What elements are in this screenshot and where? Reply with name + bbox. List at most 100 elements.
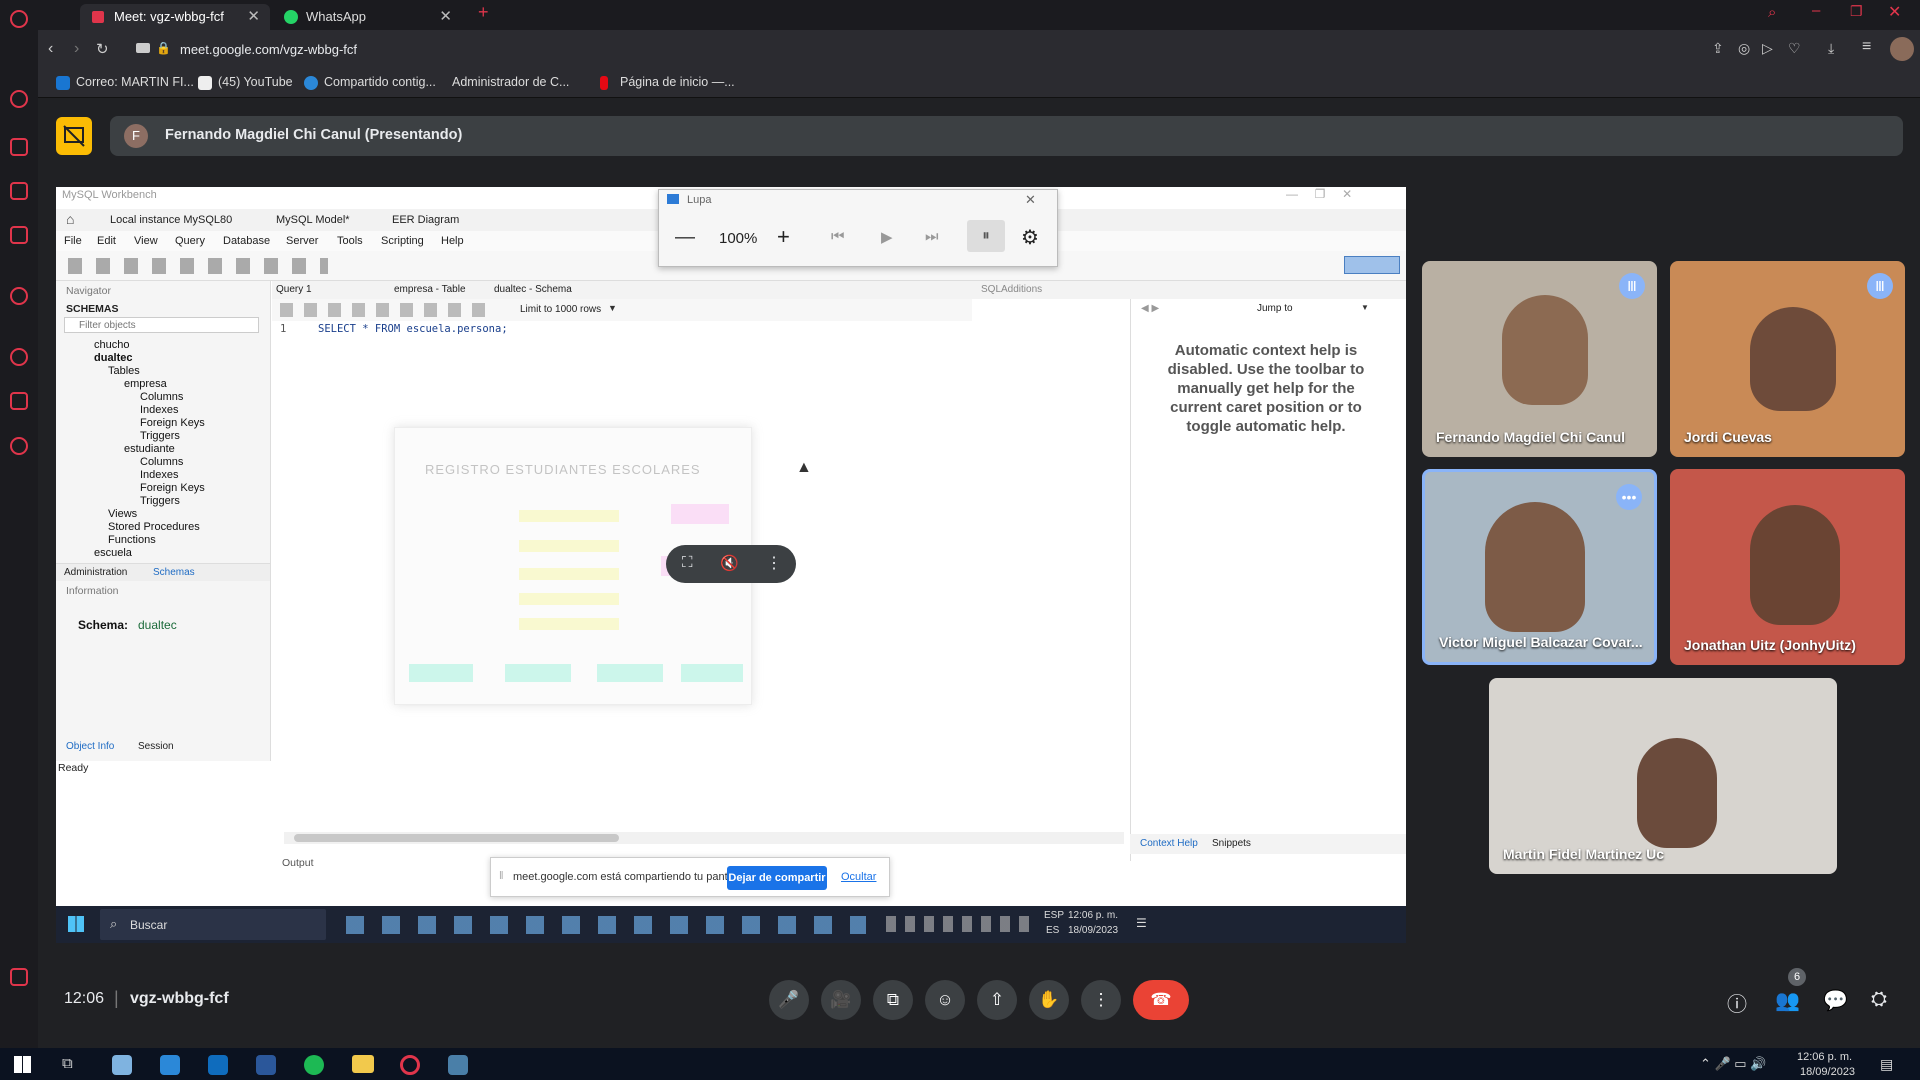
scrollbar-thumb[interactable] — [294, 834, 619, 842]
tree-columns[interactable]: Columns — [140, 391, 183, 403]
snapshot-icon[interactable]: ◎ — [1738, 40, 1750, 57]
nav-back-icon[interactable]: ◀ ▶ — [1141, 303, 1159, 314]
toolbar-icons[interactable] — [68, 258, 328, 274]
menu-view[interactable]: View — [134, 235, 158, 247]
sql-statement[interactable]: SELECT * FROM escuela.persona; — [318, 323, 508, 335]
bookmark-youtube[interactable]: (45) YouTube — [198, 75, 293, 90]
outlook-icon[interactable] — [208, 1055, 228, 1075]
task-view-icon[interactable]: ⧉ — [62, 1055, 73, 1072]
tree-escuela[interactable]: escuela — [94, 547, 132, 559]
app-icon[interactable] — [112, 1055, 132, 1075]
info-icon[interactable]: ⓘ — [1727, 988, 1747, 1017]
menu-icon[interactable]: ≡ — [1862, 38, 1871, 56]
jump-to-select[interactable]: Jump to — [1257, 303, 1293, 314]
menu-query[interactable]: Query — [175, 235, 205, 247]
maximize-button[interactable]: ❐ — [1850, 3, 1863, 20]
participant-tile[interactable]: Martin Fidel Martinez Uc — [1489, 678, 1837, 874]
reader-icon[interactable]: ⏸ — [967, 220, 1005, 252]
url-text[interactable]: meet.google.com/vgz-wbbg-fcf — [180, 42, 357, 57]
send-icon[interactable]: ▷ — [1762, 40, 1773, 57]
wb-tab-local[interactable]: Local instance MySQL80 — [110, 214, 232, 226]
tab-context-help[interactable]: Context Help — [1140, 838, 1198, 849]
limit-rows-select[interactable]: Limit to 1000 rows — [520, 304, 601, 315]
menu-tools[interactable]: Tools — [337, 235, 363, 247]
wb-tab-model[interactable]: MySQL Model* — [276, 214, 350, 226]
more-icon[interactable]: ••• — [1616, 484, 1642, 510]
tree-dualtec[interactable]: dualtec — [94, 352, 133, 364]
opera-icon[interactable] — [400, 1055, 420, 1075]
inner-tray-icons[interactable] — [886, 916, 1036, 932]
tree-stored-procedures[interactable]: Stored Procedures — [108, 521, 200, 533]
tray-icons[interactable]: ⌃ 🎤 ▭ 🔊 — [1700, 1056, 1766, 1072]
tab-meet[interactable]: Meet: vgz-wbbg-fcf ✕ — [80, 4, 270, 30]
bookmark-onedrive[interactable]: Compartido contig... — [304, 75, 436, 90]
stop-presenting-icon[interactable]: ⛶ — [682, 554, 693, 571]
word-icon[interactable] — [256, 1055, 276, 1075]
opera-logo-icon[interactable] — [10, 10, 28, 28]
participant-tile[interactable]: Jonathan Uitz (JonhyUitz) — [1670, 469, 1905, 665]
tab-object-info[interactable]: Object Info — [66, 741, 114, 752]
file-explorer-icon[interactable] — [352, 1055, 374, 1073]
tree-triggers[interactable]: Triggers — [140, 430, 180, 442]
download-icon[interactable]: ⤓ — [1828, 40, 1834, 57]
share-icon[interactable]: ⇪ — [1712, 40, 1724, 57]
menu-help[interactable]: Help — [441, 235, 464, 247]
spotify-icon[interactable] — [304, 1055, 324, 1075]
snapshot-icon[interactable] — [10, 968, 28, 986]
profile-avatar[interactable] — [1890, 37, 1914, 61]
windows-start-icon[interactable] — [68, 916, 84, 932]
close-icon[interactable]: ✕ — [247, 4, 260, 30]
stop-sharing-button[interactable]: Dejar de compartir — [727, 866, 827, 890]
notification-icon[interactable]: ▤ — [1880, 1056, 1893, 1073]
tree-chucho[interactable]: chucho — [94, 339, 129, 351]
participant-tile[interactable]: Ⅲ Jordi Cuevas — [1670, 261, 1905, 457]
horizontal-scrollbar[interactable] — [284, 832, 1124, 844]
reload-icon[interactable]: ↻ — [96, 40, 109, 58]
query-toolbar-icons[interactable] — [280, 303, 490, 317]
inner-search-box[interactable]: ⌕ Buscar — [100, 909, 326, 940]
presentation-icon[interactable] — [56, 117, 92, 155]
tree-columns[interactable]: Columns — [140, 456, 183, 468]
settings-icon[interactable] — [10, 437, 28, 455]
menu-edit[interactable]: Edit — [97, 235, 116, 247]
tab-session[interactable]: Session — [138, 741, 174, 752]
participant-tile[interactable]: Ⅲ Fernando Magdiel Chi Canul — [1422, 261, 1657, 457]
activities-icon[interactable]: ⛭ — [1871, 988, 1887, 1011]
tab-snippets[interactable]: Snippets — [1212, 838, 1251, 849]
back-icon[interactable]: ‹ — [48, 40, 53, 58]
tab-empresa-table[interactable]: empresa - Table — [394, 284, 466, 295]
mic-button[interactable]: 🎤 — [769, 980, 809, 1020]
inner-pinned-apps[interactable] — [346, 916, 866, 934]
menu-file[interactable]: File — [64, 235, 82, 247]
tab-query-1[interactable]: Query 1 — [276, 284, 312, 295]
chat-icon[interactable]: 💬 — [1823, 988, 1848, 1013]
tree-tables[interactable]: Tables — [108, 365, 140, 377]
forward-icon[interactable]: › — [74, 40, 79, 58]
notification-icon[interactable]: ☰ — [1136, 916, 1147, 930]
vscode-icon[interactable] — [160, 1055, 180, 1075]
play-icon[interactable]: ▶ — [881, 228, 893, 246]
layout-toggle-icons[interactable] — [1344, 256, 1400, 274]
instagram-icon[interactable] — [10, 226, 28, 244]
menu-database[interactable]: Database — [223, 235, 270, 247]
tab-schemas[interactable]: Schemas — [153, 567, 195, 578]
tab-dualtec-schema[interactable]: dualtec - Schema — [494, 284, 572, 295]
tree-foreign-keys[interactable]: Foreign Keys — [140, 482, 205, 494]
camera-button[interactable]: 🎥 — [821, 980, 861, 1020]
tree-empresa[interactable]: empresa — [124, 378, 167, 390]
captions-button[interactable]: ⧉ — [873, 980, 913, 1020]
menu-server[interactable]: Server — [286, 235, 318, 247]
present-button[interactable]: ⇧ — [977, 980, 1017, 1020]
tree-views[interactable]: Views — [108, 508, 137, 520]
filter-objects-input[interactable] — [64, 317, 259, 333]
mysql-workbench-icon[interactable] — [448, 1055, 468, 1075]
gear-icon[interactable]: ⚙ — [1021, 225, 1039, 250]
more-options-icon[interactable]: ⋮ — [766, 553, 782, 573]
search-tabs-icon[interactable]: ⌕ — [1768, 4, 1776, 21]
camera-icon[interactable] — [136, 43, 150, 53]
more-options-button[interactable]: ⋮ — [1081, 980, 1121, 1020]
new-tab-button[interactable]: + — [478, 2, 489, 23]
chevron-down-icon[interactable]: ▼ — [1361, 303, 1369, 312]
drag-handle-icon[interactable]: ‖ — [499, 870, 504, 882]
hide-link[interactable]: Ocultar — [841, 871, 876, 883]
